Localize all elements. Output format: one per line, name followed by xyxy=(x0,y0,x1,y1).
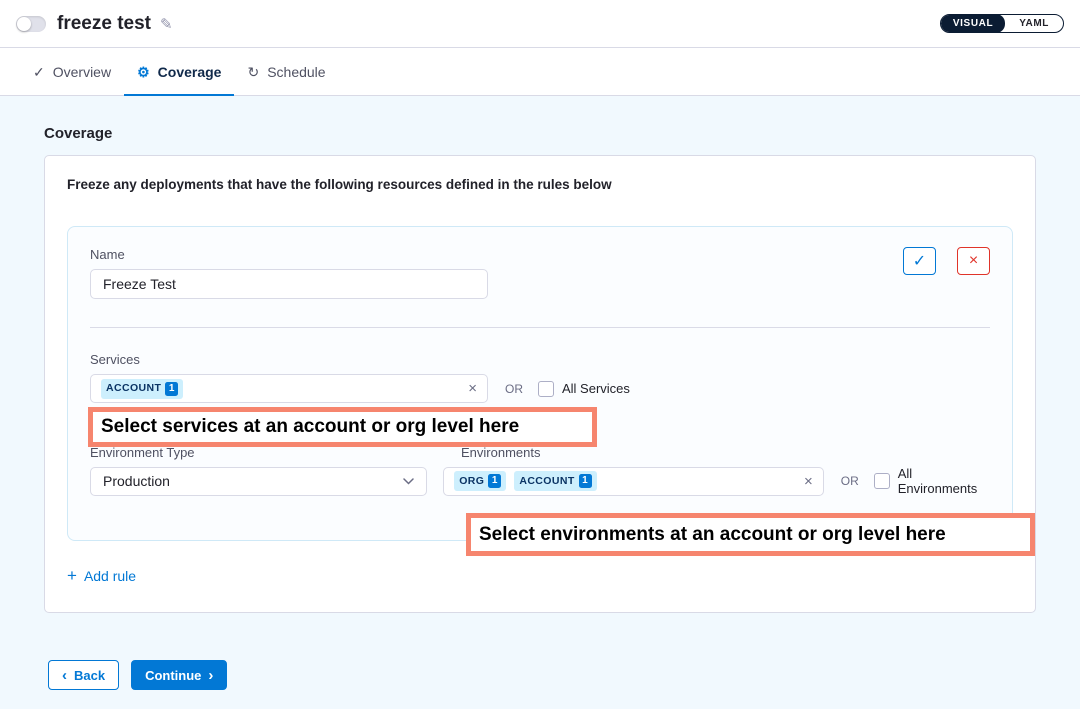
card-description: Freeze any deployments that have the fol… xyxy=(67,177,1013,193)
add-rule-label: Add rule xyxy=(84,568,136,584)
tab-overview-label: Overview xyxy=(53,64,111,80)
services-account-tag[interactable]: ACCOUNT 1 xyxy=(101,379,183,399)
tab-coverage[interactable]: ⚙ Coverage xyxy=(124,48,234,95)
tab-bar: ✓ Overview ⚙ Coverage ↻ Schedule xyxy=(0,48,1080,96)
clear-environments-icon[interactable]: × xyxy=(804,474,813,489)
back-button-label: Back xyxy=(74,668,105,683)
tag-count-badge: 1 xyxy=(165,382,178,396)
visual-toggle-option[interactable]: VISUAL xyxy=(941,14,1005,33)
all-services-checkbox[interactable] xyxy=(538,381,554,397)
services-label: Services xyxy=(90,352,990,367)
visual-yaml-toggle[interactable]: VISUAL YAML xyxy=(940,14,1064,33)
name-label: Name xyxy=(90,247,990,262)
freeze-enable-toggle[interactable] xyxy=(16,16,46,32)
services-input[interactable]: ACCOUNT 1 × xyxy=(90,374,488,403)
environments-account-tag[interactable]: ACCOUNT 1 xyxy=(514,471,596,491)
rule-actions: ✓ × xyxy=(903,247,990,275)
cancel-icon: × xyxy=(969,252,978,270)
environments-annotation-callout: Select environments at an account or org… xyxy=(466,513,1035,556)
tag-count-badge: 1 xyxy=(579,474,592,488)
freeze-title: freeze test xyxy=(57,13,151,35)
tab-schedule-label: Schedule xyxy=(267,64,325,80)
environments-label: Environments xyxy=(461,445,540,460)
tag-label: ORG xyxy=(459,476,484,487)
environment-type-label: Environment Type xyxy=(90,445,461,460)
continue-button[interactable]: Continue › xyxy=(131,660,227,690)
schedule-icon: ↻ xyxy=(247,65,259,79)
services-annotation-callout: Select services at an account or org lev… xyxy=(88,407,597,447)
edit-title-icon[interactable]: ✎ xyxy=(160,15,173,33)
yaml-toggle-option[interactable]: YAML xyxy=(1005,18,1063,29)
env-labels-row: Environment Type Environments xyxy=(90,445,990,460)
environment-type-value: Production xyxy=(103,473,170,489)
divider xyxy=(90,327,990,328)
plus-icon: + xyxy=(67,567,77,584)
add-rule-button[interactable]: + Add rule xyxy=(67,567,136,584)
tab-overview[interactable]: ✓ Overview xyxy=(20,48,124,95)
rule-name-input[interactable] xyxy=(90,269,488,299)
tab-schedule[interactable]: ↻ Schedule xyxy=(234,48,338,95)
tag-label: ACCOUNT xyxy=(519,476,574,487)
freeze-rule-panel: ✓ × Name Services ACCOUNT 1 × xyxy=(67,226,1013,541)
clear-services-icon[interactable]: × xyxy=(468,381,477,396)
environments-org-tag[interactable]: ORG 1 xyxy=(454,471,506,491)
chevron-down-icon xyxy=(403,478,414,485)
environment-type-select[interactable]: Production xyxy=(90,467,427,496)
all-environments-checkbox[interactable] xyxy=(874,473,890,489)
services-row: ACCOUNT 1 × OR All Services xyxy=(90,374,990,403)
environments-or-label: OR xyxy=(841,474,859,488)
continue-button-label: Continue xyxy=(145,668,201,683)
top-header: freeze test ✎ VISUAL YAML xyxy=(0,0,1080,48)
all-environments-label: All Environments xyxy=(898,466,990,496)
tag-count-badge: 1 xyxy=(488,474,501,488)
gear-icon: ⚙ xyxy=(137,65,150,79)
coverage-section-title: Coverage xyxy=(44,96,1036,142)
tab-coverage-label: Coverage xyxy=(158,64,222,80)
app-window: freeze test ✎ VISUAL YAML ✓ Overview ⚙ C… xyxy=(0,0,1080,709)
environments-input[interactable]: ORG 1 ACCOUNT 1 × xyxy=(443,467,824,496)
all-services-label: All Services xyxy=(562,381,630,396)
confirm-rule-button[interactable]: ✓ xyxy=(903,247,936,275)
chevron-right-icon: › xyxy=(208,668,213,683)
main-content: Coverage Freeze any deployments that hav… xyxy=(0,96,1080,709)
env-fields-row: Production ORG 1 ACCOUNT 1 × xyxy=(90,466,990,496)
back-button[interactable]: ‹ Back xyxy=(48,660,119,690)
cancel-rule-button[interactable]: × xyxy=(957,247,990,275)
chevron-left-icon: ‹ xyxy=(62,668,67,683)
toggle-knob xyxy=(17,17,31,31)
tag-label: ACCOUNT xyxy=(106,383,161,394)
confirm-icon: ✓ xyxy=(913,251,926,271)
check-icon: ✓ xyxy=(33,65,45,79)
footer-actions: ‹ Back Continue › xyxy=(44,660,1036,690)
services-or-label: OR xyxy=(505,382,523,396)
